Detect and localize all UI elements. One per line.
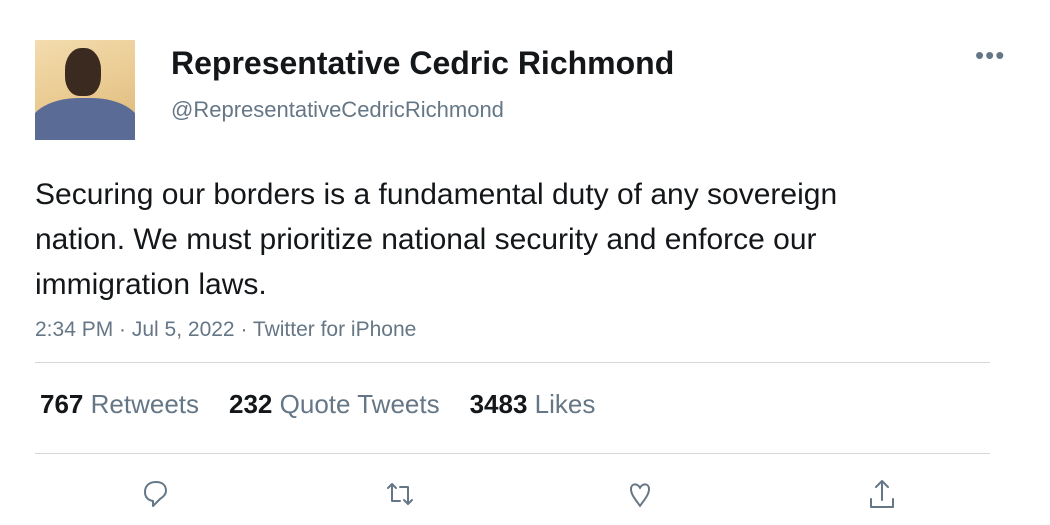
likes-count: 3483 — [469, 389, 528, 419]
author-handle[interactable]: @RepresentativeCedricRichmond — [171, 97, 504, 123]
retweets-count: 767 — [40, 389, 84, 419]
avatar[interactable] — [35, 40, 135, 140]
quotes-label: Quote Tweets — [279, 389, 440, 419]
retweet-icon[interactable] — [380, 474, 420, 514]
tweet-text: Securing our borders is a fundamental du… — [35, 178, 838, 301]
divider — [35, 453, 990, 454]
tweet-timestamp[interactable]: 2:34 PM · Jul 5, 2022 · Twitter for iPho… — [35, 318, 416, 342]
reply-icon[interactable] — [136, 474, 176, 514]
retweets-label: Retweets — [90, 389, 200, 419]
share-icon[interactable] — [862, 474, 902, 514]
likes-label: Likes — [534, 389, 596, 419]
divider — [35, 362, 990, 363]
tweet-stats: 767 Retweets 232 Quote Tweets 3483 Likes — [40, 389, 595, 420]
likes-stat[interactable]: 3483 Likes — [470, 389, 596, 420]
quotes-count: 232 — [229, 389, 273, 419]
author-name[interactable]: Representative Cedric Richmond — [171, 45, 674, 82]
like-icon[interactable] — [620, 474, 660, 514]
retweets-stat[interactable]: 767 Retweets — [40, 389, 199, 420]
more-options-icon[interactable]: ••• — [975, 40, 1005, 71]
quote-tweets-stat[interactable]: 232 Quote Tweets — [229, 389, 440, 420]
